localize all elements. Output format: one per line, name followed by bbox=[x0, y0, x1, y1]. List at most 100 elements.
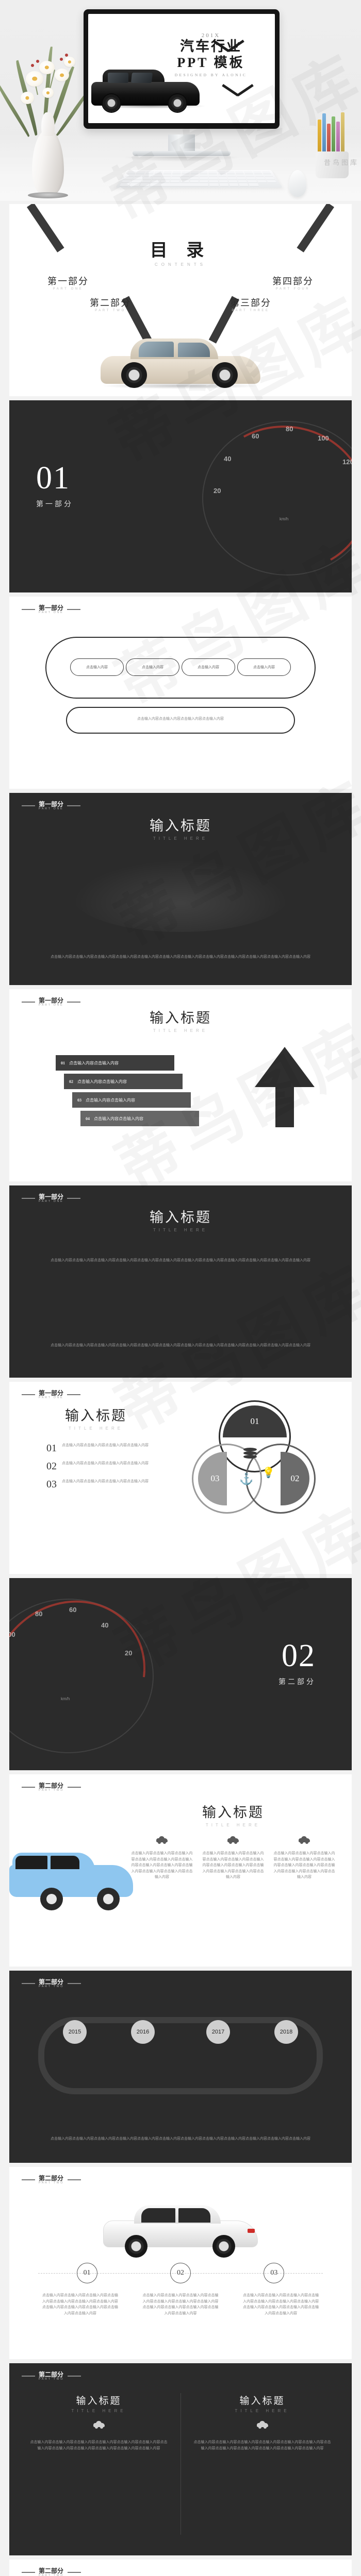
contents-part-3[interactable]: 第三部分 PART THREE bbox=[230, 296, 271, 312]
cover-title-cn: 汽车行业 bbox=[180, 39, 242, 54]
part-label-cn: 第四部分 bbox=[272, 276, 314, 286]
monitor-neck bbox=[168, 134, 195, 152]
tag-label-cn: 第一部分 bbox=[39, 801, 64, 808]
tag-label-cn: 第二部分 bbox=[39, 2567, 64, 2574]
contents-part-1[interactable]: 第一部分 PART ONE bbox=[47, 274, 89, 291]
slide-stairs[interactable]: 第一部分 PART ONE 输入标题 TITLE HERE 01 点击输入内容点击… bbox=[9, 989, 352, 1181]
column-title-en: TITLE HERE bbox=[235, 2409, 290, 2413]
hero-watermark: 昔鸟图库 bbox=[323, 159, 359, 166]
slide-dark-title-a[interactable]: 第一部分 PART ONE 输入标题 TITLE HERE 点击输入内容点击输入… bbox=[9, 793, 352, 985]
list-number: 02 bbox=[46, 1461, 57, 1472]
cover-slide: 201X 汽车行业 PPT 模板 DESIGNED BY ALONIC bbox=[88, 14, 275, 123]
slide-process-flow[interactable]: 第一部分 PART ONE 点击输入内容 点击输入内容 点击输入内容 点击输入内… bbox=[9, 597, 352, 789]
tag-label-en: PART TWO bbox=[39, 2181, 64, 2184]
part-label-cn: 第二部分 bbox=[90, 298, 131, 308]
slide-title-en: TITLE HERE bbox=[153, 1228, 208, 1232]
tag-label-en: PART TWO bbox=[39, 2574, 64, 2576]
step-text: 点击输入内容点击输入内容 bbox=[69, 1060, 119, 1065]
feature-text: 点击输入内容点击输入内容点击输入内容点击输入内容点击输入内容点击输入内容点击输入… bbox=[202, 1851, 264, 1879]
column-body: 点击输入内容点击输入内容点击输入内容点击输入内容点击输入内容点击输入内容点击输入… bbox=[30, 2440, 168, 2450]
slide-tag-part-one: 第一部分 PART ONE bbox=[22, 1193, 81, 1203]
cover-year: 201X bbox=[201, 32, 221, 39]
part-label-en: PART TWO bbox=[95, 309, 126, 312]
speedometer-graphic: 20 40 60 80 100 120 140 km/h bbox=[192, 409, 352, 588]
list-text: 点击输入内容点击输入内容点击输入内容点击输入内容 bbox=[62, 1479, 149, 1483]
tag-label-en: PART ONE bbox=[39, 611, 64, 614]
tag-label-cn: 第一部分 bbox=[39, 1389, 64, 1397]
hero-mockup: 201X 汽车行业 PPT 模板 DESIGNED BY ALONIC 昔鸟图库 bbox=[0, 0, 361, 201]
step-text: 点击输入内容点击输入内容点击输入内容点击输入内容点击输入内容点击输入内容点击输入… bbox=[243, 2293, 319, 2315]
slide-venn[interactable]: 第一部分 PART ONE 输入标题 TITLE HERE 01 点击输入内容点击… bbox=[9, 1382, 352, 1574]
column-title-cn: 输入标题 bbox=[76, 2396, 122, 2406]
section-label: 第二部分 bbox=[278, 1679, 316, 1686]
slide-tag-part-two: 第二部分 PART TWO bbox=[22, 2175, 81, 2184]
list-text: 点击输入内容点击输入内容点击输入内容点击输入内容 bbox=[62, 1443, 149, 1447]
lightbulb-icon: 💡 bbox=[262, 1467, 275, 1479]
slide-timeline-road[interactable]: 第二部分 PART TWO 2015 2016 2017 2018 点击输入内容… bbox=[9, 1971, 352, 2163]
venn-diagram: 01 03 02 ⚓ 💡 bbox=[192, 1400, 316, 1524]
timeline-year: 2016 bbox=[131, 2020, 155, 2044]
list-number: 01 bbox=[46, 1443, 57, 1454]
contents-title-en: CONTENTS bbox=[155, 262, 206, 267]
section-label: 第一部分 bbox=[36, 501, 73, 509]
step-text: 点击输入内容点击输入内容 bbox=[86, 1097, 135, 1103]
slide-contents[interactable]: 目 录 CONTENTS 第一部分 PART ONE 第二部分 PART TWO… bbox=[9, 204, 352, 396]
contents-part-4[interactable]: 第四部分 PART FOUR bbox=[272, 274, 314, 291]
sedan-image bbox=[101, 327, 260, 389]
section-number: 01 bbox=[36, 461, 70, 496]
slide-body: 点击输入内容点击输入内容点击输入内容点击输入内容点击输入内容点击输入内容点击输入… bbox=[51, 2137, 310, 2141]
database-icon bbox=[243, 1448, 257, 1459]
part-label-en: PART FOUR bbox=[275, 287, 310, 291]
feature-text: 点击输入内容点击输入内容点击输入内容点击输入内容点击输入内容点击输入内容点击输入… bbox=[273, 1851, 335, 1879]
flow-ring-outer bbox=[45, 637, 316, 699]
part-label-cn: 第三部分 bbox=[230, 298, 271, 308]
step-circle: 03 bbox=[264, 2263, 285, 2283]
monitor-stand bbox=[133, 151, 231, 156]
template-preview-page: 201X 汽车行业 PPT 模板 DESIGNED BY ALONIC 昔鸟图库… bbox=[0, 0, 361, 2576]
keyboard bbox=[116, 170, 283, 188]
timeline-year: 2015 bbox=[63, 2020, 87, 2044]
slide-title-en: TITLE HERE bbox=[153, 1028, 208, 1033]
tag-label-en: PART TWO bbox=[39, 1985, 64, 1988]
slide-section-02[interactable]: 100 80 60 40 20 km/h 02 第二部分 bbox=[9, 1578, 352, 1770]
pencil-cup bbox=[310, 112, 355, 178]
slide-white-car-steps[interactable]: 第二部分 PART TWO 01 02 03 点击输入内容点击输入内容点击输入内… bbox=[9, 2167, 352, 2359]
part-label-en: PART THREE bbox=[232, 309, 270, 312]
tag-label-en: PART ONE bbox=[39, 1396, 64, 1399]
list-number: 03 bbox=[46, 1479, 57, 1490]
decorative-plant bbox=[0, 26, 92, 198]
step-text: 点击输入内容点击输入内容 bbox=[77, 1079, 127, 1084]
slide-tag-part-one: 第一部分 PART ONE bbox=[22, 997, 81, 1007]
blue-car-image bbox=[9, 1852, 138, 1919]
step-text: 点击输入内容点击输入内容点击输入内容点击输入内容点击输入内容点击输入内容点击输入… bbox=[42, 2293, 118, 2315]
part-label-en: PART ONE bbox=[53, 287, 84, 291]
speedometer-graphic: 100 80 60 40 20 km/h bbox=[9, 1578, 176, 1770]
slide-title-cn: 输入标题 bbox=[65, 1408, 127, 1423]
step-number: 01 bbox=[61, 1060, 65, 1065]
slide-section-01[interactable]: 20 40 60 80 100 120 140 km/h 01 第一部分 bbox=[9, 400, 352, 592]
step-number: 03 bbox=[77, 1097, 81, 1103]
slide-dark-title-b[interactable]: 第一部分 PART ONE 输入标题 TITLE HERE 点击输入内容点击输入… bbox=[9, 1185, 352, 1378]
slide-body: 点击输入内容点击输入内容点击输入内容点击输入内容点击输入内容点击输入内容点击输入… bbox=[51, 955, 310, 959]
slide-stack: 目 录 CONTENTS 第一部分 PART ONE 第二部分 PART TWO… bbox=[0, 201, 361, 2576]
contents-part-2[interactable]: 第二部分 PART TWO bbox=[90, 296, 131, 312]
column-title-en: TITLE HERE bbox=[71, 2409, 126, 2413]
tag-label-cn: 第一部分 bbox=[39, 997, 64, 1004]
slide-tag-part-two: 第二部分 PART TWO bbox=[22, 2568, 81, 2576]
step-text: 点击输入内容点击输入内容 bbox=[94, 1116, 143, 1121]
part-label-cn: 第一部分 bbox=[47, 276, 89, 286]
tag-label-en: PART TWO bbox=[39, 1789, 64, 1792]
slide-tag-part-one: 第一部分 PART ONE bbox=[22, 1389, 81, 1399]
slide-dark-two-column[interactable]: 第二部分 PART TWO 输入标题 TITLE HERE 点击输入内容点击输入… bbox=[9, 2363, 352, 2555]
slide-black-car-list[interactable]: 第二部分 PART TWO 01点击输入内容点击输入内容 02点击输入内容点击输… bbox=[9, 2560, 352, 2576]
slide-title-cn: 输入标题 bbox=[150, 1210, 211, 1225]
chevron-decor-bottom bbox=[223, 84, 252, 99]
car-icon bbox=[156, 1836, 168, 1844]
step-circle: 01 bbox=[76, 2263, 97, 2283]
slide-blue-car-features[interactable]: 第二部分 PART TWO 输入标题 TITLE HERE 点击输入内容点击输入… bbox=[9, 1774, 352, 1967]
slide-tag-part-one: 第一部分 PART ONE bbox=[22, 605, 81, 614]
tag-label-cn: 第一部分 bbox=[39, 1193, 64, 1200]
flow-caption: 点击输入内容点击输入内容点击输入内容点击输入内容 bbox=[137, 717, 224, 721]
car-icon bbox=[299, 1836, 310, 1844]
list-text: 点击输入内容点击输入内容点击输入内容点击输入内容 bbox=[62, 1461, 149, 1465]
